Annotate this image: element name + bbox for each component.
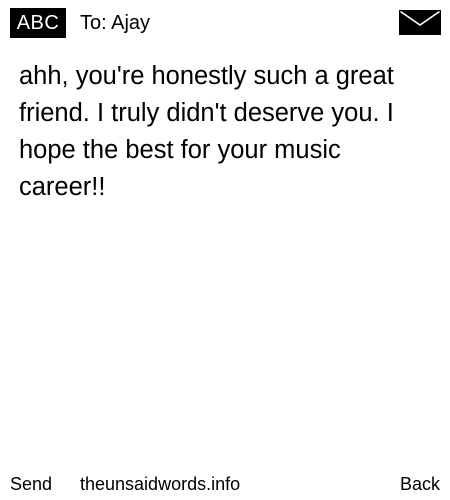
send-button[interactable]: Send xyxy=(10,470,52,498)
input-mode-badge: ABC xyxy=(10,8,66,38)
softkey-bar: Send theunsaidwords.info Back xyxy=(0,470,450,498)
site-link[interactable]: theunsaidwords.info xyxy=(80,470,240,498)
message-header: ABC To: Ajay xyxy=(0,0,450,46)
recipient-label: To: Ajay xyxy=(80,12,151,34)
back-button[interactable]: Back xyxy=(400,470,440,498)
message-body: ahh, you're honestly such a great friend… xyxy=(19,62,394,201)
envelope-icon[interactable] xyxy=(399,10,441,35)
